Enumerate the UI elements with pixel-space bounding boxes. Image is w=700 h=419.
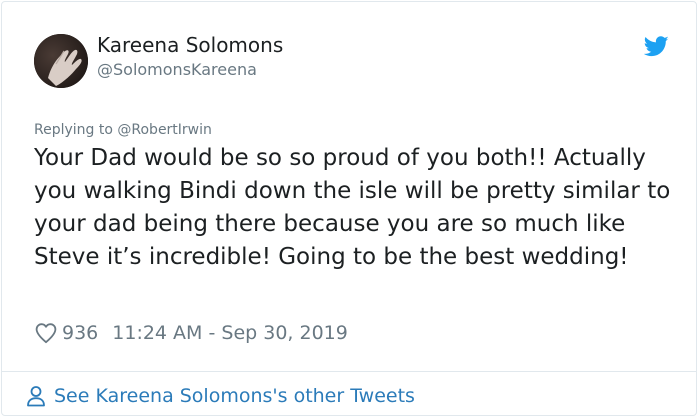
tweet-meta: 936 11:24 AM - Sep 30, 2019 <box>34 318 348 348</box>
see-other-tweets-label[interactable]: See Kareena Solomons's other Tweets <box>54 385 415 407</box>
see-other-tweets-link[interactable]: See Kareena Solomons's other Tweets <box>26 381 415 411</box>
like-count[interactable]: 936 <box>62 322 98 344</box>
author-handle[interactable]: @SolomonsKareena <box>97 60 257 79</box>
avatar[interactable] <box>34 34 88 88</box>
author-display-name[interactable]: Kareena Solomons <box>97 33 283 57</box>
reply-context: Replying to @RobertIrwin <box>34 122 212 138</box>
reply-mention-link[interactable]: @RobertIrwin <box>117 122 212 138</box>
person-icon <box>27 386 45 407</box>
tweet-timestamp[interactable]: 11:24 AM - Sep 30, 2019 <box>112 322 348 344</box>
avatar-image <box>34 34 88 88</box>
heart-icon[interactable] <box>34 321 58 345</box>
tweet-text: Your Dad would be so so proud of you bot… <box>34 145 671 270</box>
reply-context-prefix: Replying to <box>34 122 113 138</box>
footer-divider <box>2 371 696 372</box>
twitter-bird-icon[interactable] <box>644 36 669 57</box>
embedded-tweet-card: Kareena Solomons @SolomonsKareena Replyi… <box>1 1 697 416</box>
